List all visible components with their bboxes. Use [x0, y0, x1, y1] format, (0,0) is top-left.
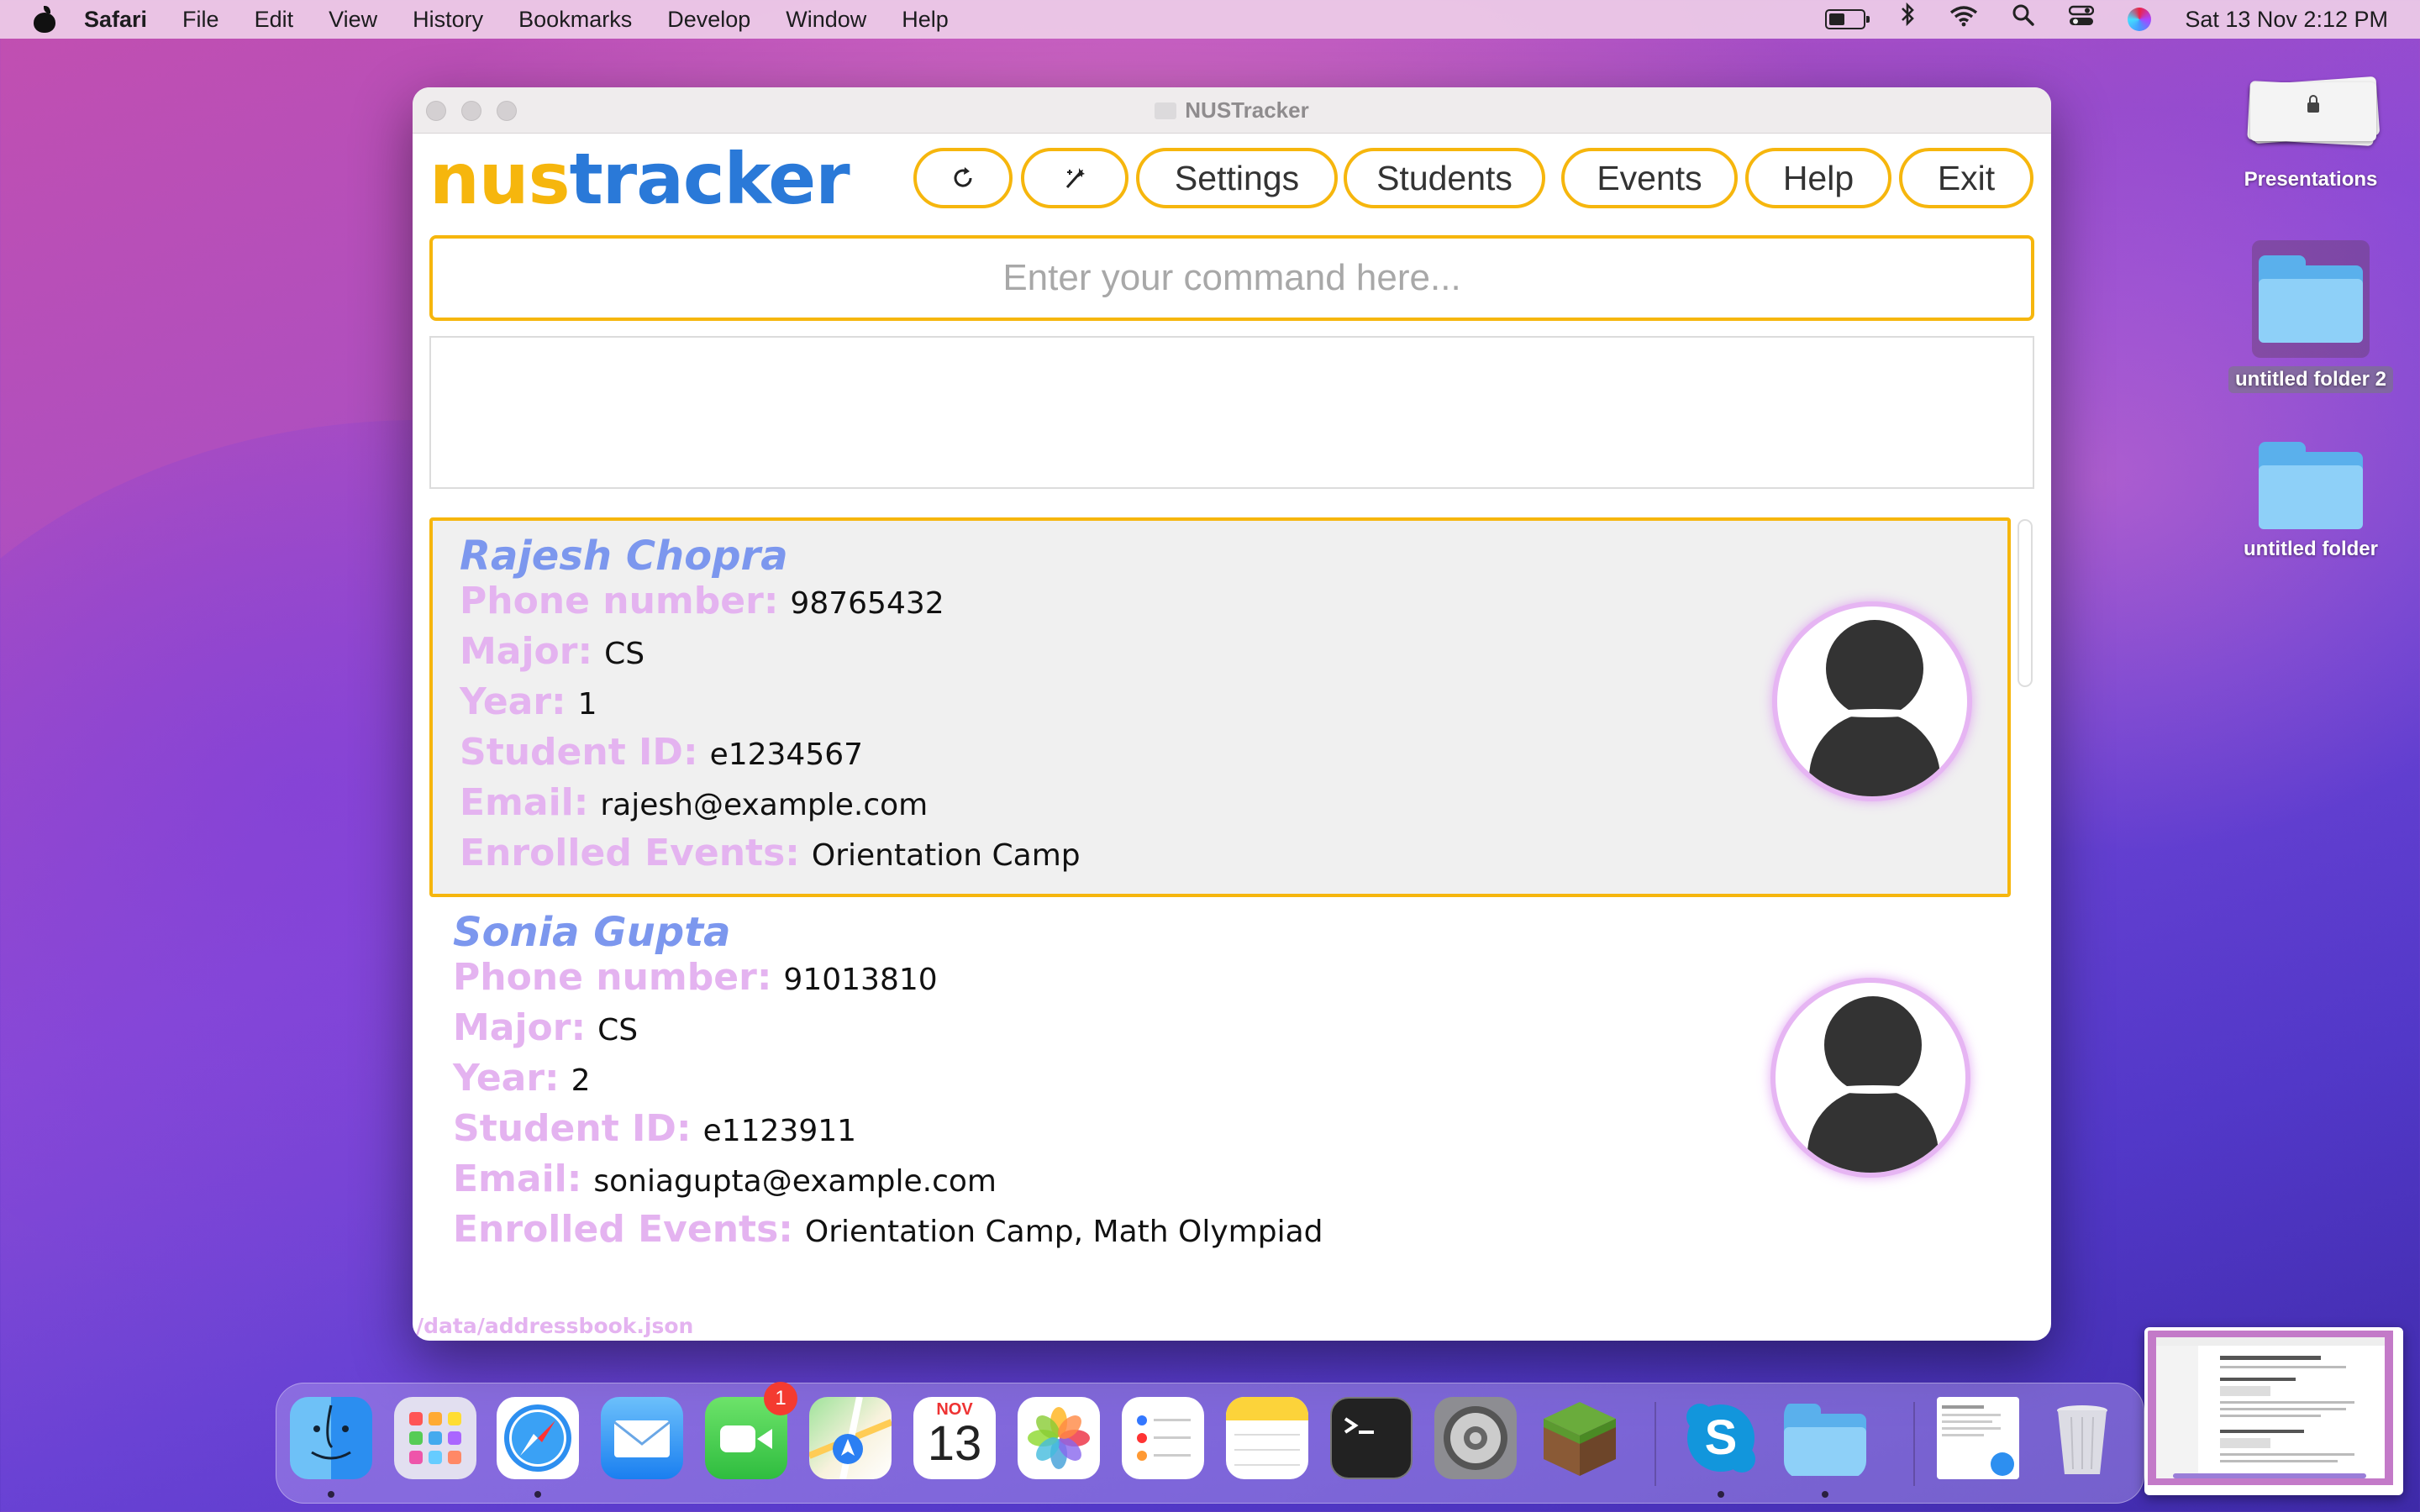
menu-develop[interactable]: Develop — [667, 7, 750, 33]
student-card[interactable]: Rajesh Chopra Phone number: 98765432 Majo… — [429, 517, 2011, 897]
student-major-row: Major: CS — [453, 1006, 639, 1049]
screenshot-thumbnail[interactable] — [2144, 1327, 2403, 1495]
student-email: soniagupta@example.com — [593, 1164, 997, 1199]
stack-icon — [2244, 76, 2381, 146]
avatar-icon — [1770, 978, 1970, 1178]
student-year-row: Year: 1 — [460, 680, 597, 723]
menu-history[interactable]: History — [413, 7, 483, 33]
desktop-item-presentations[interactable]: Presentations — [2218, 76, 2403, 192]
window-title: NUSTracker — [413, 97, 2051, 123]
magic-wand-icon — [1065, 168, 1085, 188]
dock-finder-icon[interactable] — [290, 1397, 372, 1479]
menu-window[interactable]: Window — [786, 7, 866, 33]
folder-icon — [2259, 255, 2363, 343]
dock-folder-icon[interactable] — [1784, 1397, 1866, 1479]
student-email-row: Email: soniagupta@example.com — [453, 1158, 997, 1200]
student-id-row: Student ID: e1234567 — [460, 731, 864, 774]
spotlight-icon[interactable] — [2012, 0, 2035, 39]
nustracker-window: NUSTracker nustracker Settings Students … — [413, 87, 2051, 1341]
theme-toggle-button[interactable] — [1021, 148, 1128, 208]
desktop-item-label: untitled folder 2 — [2228, 366, 2393, 393]
dock-mail-icon[interactable] — [601, 1397, 683, 1479]
desktop-item-untitled-folder[interactable]: untitled folder — [2218, 442, 2403, 561]
control-center-icon[interactable] — [2069, 0, 2095, 39]
refresh-icon — [954, 167, 972, 187]
student-card[interactable]: Sonia Gupta Phone number: 91013810 Major:… — [426, 897, 2007, 1277]
student-email-row: Email: rajesh@example.com — [460, 781, 929, 824]
dock-skype-icon[interactable]: S — [1680, 1397, 1762, 1479]
folder-icon — [2259, 442, 2363, 529]
desktop-item-untitled-folder-2[interactable]: untitled folder 2 — [2218, 240, 2403, 393]
student-phone: 98765432 — [790, 586, 944, 621]
events-button[interactable]: Events — [1561, 148, 1738, 208]
menu-edit[interactable]: Edit — [255, 7, 294, 33]
menu-view[interactable]: View — [329, 7, 377, 33]
menu-help[interactable]: Help — [902, 7, 949, 33]
menu-bar: Safari File Edit View History Bookmarks … — [0, 0, 2420, 39]
student-year-row: Year: 2 — [453, 1057, 591, 1100]
dock-terminal-icon[interactable] — [1330, 1397, 1413, 1479]
dock-photos-icon[interactable] — [1018, 1397, 1100, 1479]
apple-icon[interactable] — [32, 6, 57, 33]
student-events-row: Enrolled Events: Orientation Camp, Math O… — [453, 1208, 1323, 1251]
menu-file[interactable]: File — [182, 7, 219, 33]
help-button[interactable]: Help — [1745, 148, 1891, 208]
status-bar-path: /data/addressbook.json — [416, 1314, 694, 1338]
student-phone: 91013810 — [783, 963, 938, 997]
student-phone-row: Phone number: 91013810 — [453, 956, 938, 999]
exit-button[interactable]: Exit — [1899, 148, 2033, 208]
student-list[interactable]: Rajesh Chopra Phone number: 98765432 Majo… — [413, 506, 2051, 1292]
battery-icon[interactable] — [1825, 9, 1870, 29]
dock-minecraft-icon[interactable] — [1539, 1397, 1621, 1479]
facetime-badge: 1 — [764, 1382, 797, 1415]
menu-app-name[interactable]: Safari — [84, 7, 147, 33]
siri-icon[interactable] — [2128, 8, 2152, 31]
list-scrollbar[interactable] — [2018, 519, 2033, 687]
dock-reminders-icon[interactable] — [1122, 1397, 1204, 1479]
student-year: 2 — [571, 1063, 591, 1098]
student-id: e1234567 — [709, 738, 864, 772]
student-name: Sonia Gupta — [453, 909, 731, 956]
student-email: rajesh@example.com — [600, 788, 929, 822]
student-id-row: Student ID: e1123911 — [453, 1107, 857, 1150]
avatar-icon — [1772, 601, 1972, 801]
student-name: Rajesh Chopra — [460, 533, 788, 580]
refresh-button[interactable] — [913, 148, 1013, 208]
command-input[interactable] — [433, 256, 2031, 300]
svg-text:S: S — [1705, 1410, 1738, 1465]
students-button[interactable]: Students — [1344, 148, 1545, 208]
student-major-row: Major: CS — [460, 630, 645, 673]
menu-clock[interactable]: Sat 13 Nov 2:12 PM — [2185, 7, 2388, 33]
student-major: CS — [604, 637, 645, 671]
title-bar[interactable]: NUSTracker — [413, 87, 2051, 134]
dock-calendar-icon[interactable]: NOV 13 — [913, 1397, 996, 1479]
desktop-item-label: Presentations — [2244, 168, 2378, 191]
desktop-item-label: untitled folder — [2244, 538, 2378, 560]
student-major: CS — [597, 1013, 639, 1047]
document-icon — [1155, 102, 1177, 119]
dock-preview-icon[interactable] — [1937, 1397, 2019, 1479]
wifi-icon[interactable] — [1949, 0, 1978, 39]
dock-launchpad-icon[interactable] — [394, 1397, 476, 1479]
dock-maps-icon[interactable] — [809, 1397, 892, 1479]
menu-bookmarks[interactable]: Bookmarks — [518, 7, 632, 33]
student-events-row: Enrolled Events: Orientation Camp — [460, 832, 1081, 874]
student-events: Orientation Camp, Math Olympiad — [804, 1215, 1323, 1249]
settings-button[interactable]: Settings — [1136, 148, 1338, 208]
calendar-day: 13 — [927, 1416, 982, 1471]
dock-trash-icon[interactable] — [2041, 1397, 2123, 1479]
student-events: Orientation Camp — [811, 838, 1081, 873]
student-id: e1123911 — [702, 1114, 857, 1148]
bluetooth-icon[interactable] — [1899, 0, 1916, 39]
dock-system-preferences-icon[interactable] — [1434, 1397, 1517, 1479]
dock: 1 NOV 13 S — [276, 1382, 2144, 1504]
dock-notes-icon[interactable] — [1226, 1397, 1308, 1479]
student-phone-row: Phone number: 98765432 — [460, 580, 944, 622]
dock-safari-icon[interactable] — [497, 1397, 579, 1479]
result-display — [429, 336, 2034, 489]
student-year: 1 — [577, 687, 597, 722]
command-box — [429, 235, 2034, 321]
app-logo: nustracker — [429, 138, 850, 220]
